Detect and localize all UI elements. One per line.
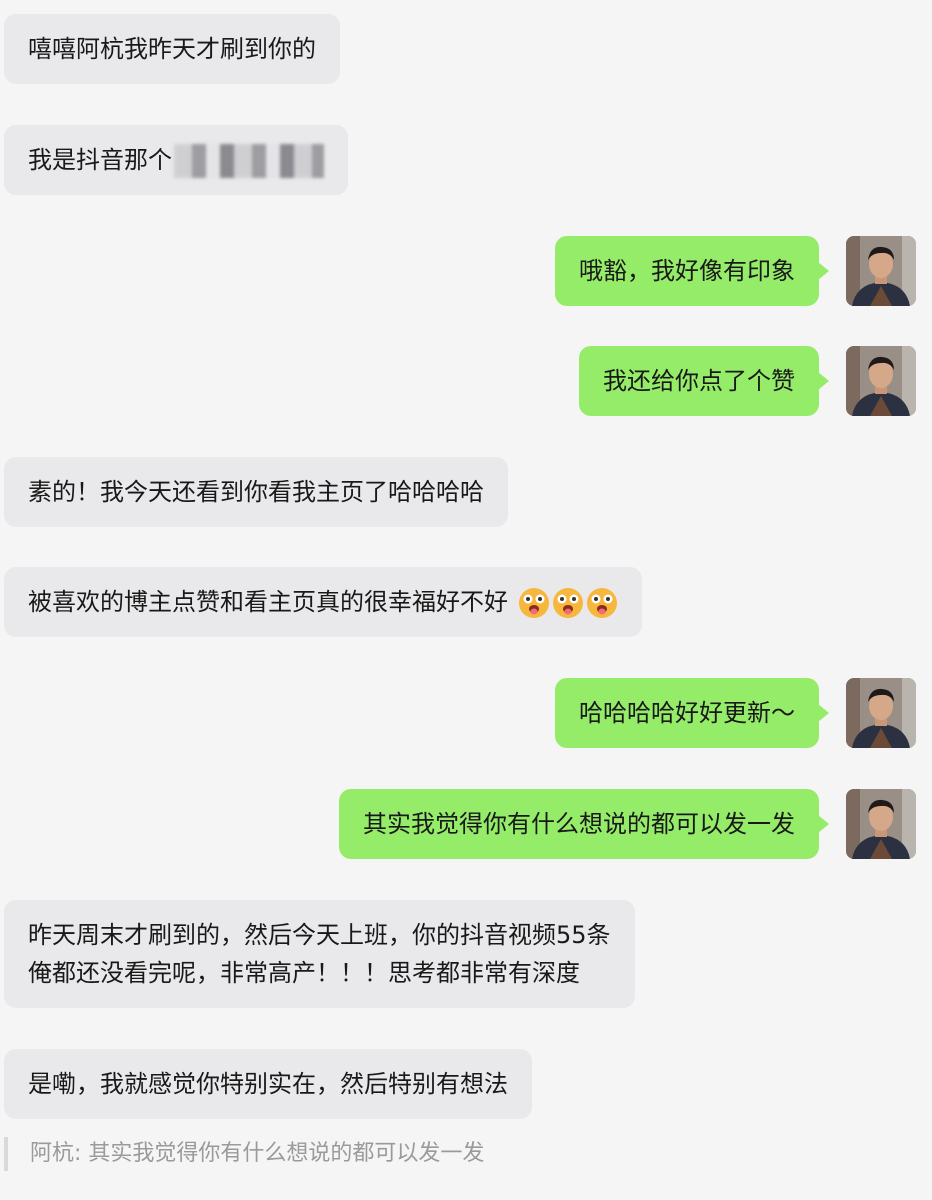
message-sent[interactable]: 哦豁，我好像有印象 (555, 236, 829, 306)
user-avatar[interactable] (846, 678, 916, 748)
message-received[interactable]: 被喜欢的博主点赞和看主页真的很幸福好不好 (4, 567, 642, 637)
message-text-line: 俺都还没看完呢，非常高产！！！思考都非常有深度 (28, 959, 580, 987)
quote-text: 阿杭: 其实我觉得你有什么想说的都可以发一发 (30, 1141, 485, 1166)
message-sent[interactable]: 我还给你点了个赞 (579, 346, 829, 416)
tongue-out-emoji-icon (586, 588, 617, 618)
user-avatar[interactable] (846, 236, 916, 306)
message-text: 我还给你点了个赞 (603, 367, 795, 395)
user-avatar[interactable] (846, 789, 916, 859)
message-text: 哦豁，我好像有印象 (579, 257, 795, 285)
message-received[interactable]: 素的！我今天还看到你看我主页了哈哈哈哈 (4, 457, 508, 527)
chat-thread: 嘻嘻阿杭我昨天才刷到你的 我是抖音那个 哦豁，我好像有印象 我还给你点了个赞 素… (0, 0, 932, 1200)
avatar-photo-icon (846, 346, 916, 416)
redacted-username (174, 144, 324, 178)
message-sent[interactable]: 其实我觉得你有什么想说的都可以发一发 (339, 789, 829, 859)
tongue-out-emoji-icon (518, 588, 549, 618)
tongue-out-emoji-icon (552, 588, 583, 618)
avatar-photo-icon (846, 789, 916, 859)
quoted-message-preview[interactable]: 阿杭: 其实我觉得你有什么想说的都可以发一发 (4, 1137, 484, 1171)
message-text: 素的！我今天还看到你看我主页了哈哈哈哈 (28, 478, 484, 506)
message-text-line: 昨天周末才刷到的，然后今天上班，你的抖音视频55条 (28, 921, 611, 949)
message-text: 哈哈哈哈好好更新～ (579, 699, 795, 727)
message-sent[interactable]: 哈哈哈哈好好更新～ (555, 678, 829, 748)
message-text: 是嘞，我就感觉你特别实在，然后特别有想法 (28, 1070, 508, 1098)
message-text: 被喜欢的博主点赞和看主页真的很幸福好不好 (28, 588, 508, 616)
message-text: 嘻嘻阿杭我昨天才刷到你的 (28, 35, 316, 63)
message-received[interactable]: 嘻嘻阿杭我昨天才刷到你的 (4, 14, 340, 84)
message-received[interactable]: 昨天周末才刷到的，然后今天上班，你的抖音视频55条 俺都还没看完呢，非常高产！！… (4, 900, 635, 1008)
message-text: 其实我觉得你有什么想说的都可以发一发 (363, 810, 795, 838)
user-avatar[interactable] (846, 346, 916, 416)
message-received[interactable]: 我是抖音那个 (4, 125, 348, 195)
message-received[interactable]: 是嘞，我就感觉你特别实在，然后特别有想法 (4, 1049, 532, 1119)
message-text: 我是抖音那个 (28, 146, 172, 174)
avatar-photo-icon (846, 678, 916, 748)
avatar-photo-icon (846, 236, 916, 306)
